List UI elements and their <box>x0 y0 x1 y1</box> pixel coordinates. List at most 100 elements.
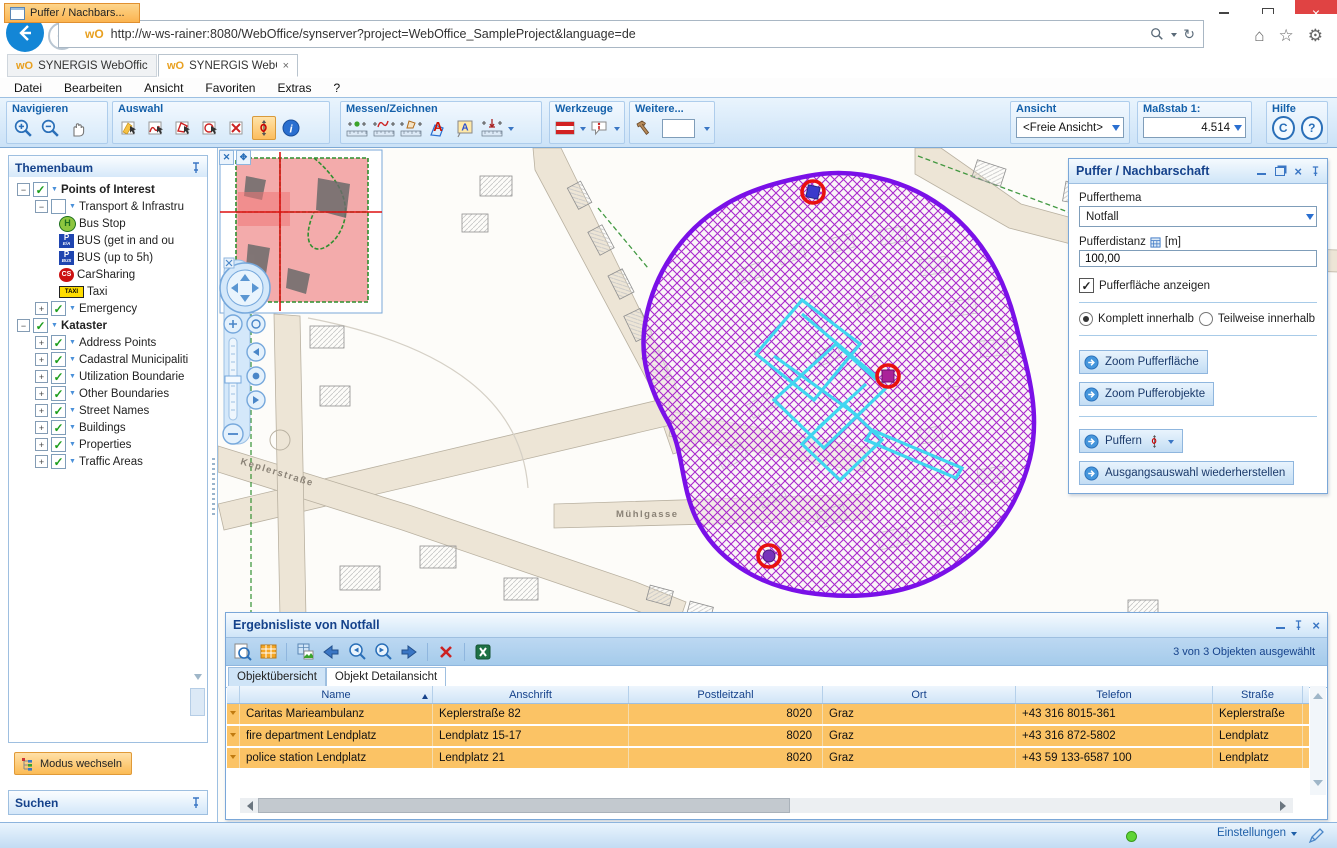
collapse-icon[interactable]: − <box>35 200 48 213</box>
einstellungen-menu[interactable]: Einstellungen <box>1217 827 1297 839</box>
search-dropdown-caret[interactable] <box>1171 33 1177 40</box>
tree-node-traffic-areas[interactable]: +✓▼Traffic Areas <box>11 453 205 470</box>
node-caret-icon[interactable]: ▼ <box>69 458 76 465</box>
row-menu-icon[interactable] <box>227 726 240 746</box>
buffer-area[interactable] <box>643 173 1034 596</box>
excel-export-icon[interactable] <box>473 642 493 662</box>
url-text[interactable]: http://w-ws-rainer:8080/WebOffice/synser… <box>111 27 1143 41</box>
scroll-up-icon[interactable] <box>1313 688 1323 699</box>
massstab-select[interactable]: 4.514 <box>1143 117 1246 138</box>
ansicht-select[interactable]: <Freie Ansicht> <box>1016 117 1124 138</box>
flag-tool-caret[interactable] <box>580 127 586 134</box>
ausgangsauswahl-button[interactable]: Ausgangsauswahl wiederherstellen <box>1079 461 1294 485</box>
modus-wechseln-button[interactable]: Modus wechseln <box>14 752 132 775</box>
favorites-star-icon[interactable]: ☆ <box>1279 26 1294 46</box>
tree-node-other-boundaries[interactable]: +✓▼Other Boundaries <box>11 385 205 402</box>
tree-node-properties[interactable]: +✓▼Properties <box>11 436 205 453</box>
scroll-down-icon[interactable] <box>1313 780 1323 791</box>
label-icon[interactable]: A <box>453 116 477 140</box>
suchen-header[interactable]: Suchen <box>8 790 208 815</box>
expand-icon[interactable]: + <box>35 404 48 417</box>
info-icon[interactable]: i <box>279 116 303 140</box>
table-image-icon[interactable] <box>295 642 315 662</box>
menu-item-3[interactable]: Favoriten <box>205 81 255 95</box>
clear-selection-icon[interactable] <box>225 116 249 140</box>
copyright-button[interactable]: C <box>1272 116 1295 140</box>
expand-icon[interactable]: + <box>35 455 48 468</box>
zoom-in-icon[interactable] <box>11 116 35 140</box>
tree-node-buildings[interactable]: +✓▼Buildings <box>11 419 205 436</box>
pin-icon[interactable] <box>1311 166 1320 177</box>
browser-tab-admin[interactable]: wO SYNERGIS WebOffice Administ... <box>7 54 157 77</box>
flag-tool-icon[interactable] <box>554 116 576 140</box>
weitere-dropdown[interactable] <box>662 119 695 138</box>
node-caret-icon[interactable]: ▼ <box>69 203 76 210</box>
zoom-prev-icon[interactable] <box>347 642 367 662</box>
edit-pen-icon[interactable] <box>1308 827 1325 847</box>
table-icon[interactable] <box>258 642 278 662</box>
column-header-telefon[interactable]: Telefon <box>1016 686 1213 703</box>
expand-icon[interactable]: + <box>35 438 48 451</box>
pin-icon[interactable] <box>1294 620 1303 631</box>
tree-node-street-names[interactable]: +✓▼Street Names <box>11 402 205 419</box>
layer-checkbox[interactable]: ✓ <box>51 454 66 469</box>
column-header-name[interactable]: Name <box>240 686 433 703</box>
help-button[interactable]: ? <box>1301 116 1324 140</box>
collapse-icon[interactable]: − <box>17 183 30 196</box>
puffern-caret[interactable] <box>1168 440 1174 447</box>
layer-checkbox[interactable]: ✓ <box>51 301 66 316</box>
select-circle-icon[interactable] <box>198 116 222 140</box>
row-menu-icon[interactable] <box>227 748 240 768</box>
prev-object-icon[interactable] <box>321 642 341 662</box>
node-caret-icon[interactable]: ▼ <box>69 424 76 431</box>
select-rectangle-icon[interactable] <box>117 116 141 140</box>
expand-icon[interactable]: + <box>35 370 48 383</box>
tab-objektuebersicht[interactable]: Objektübersicht <box>228 667 326 687</box>
scroll-right-icon[interactable] <box>1280 801 1291 811</box>
menu-item-2[interactable]: Ansicht <box>144 81 183 95</box>
tab-objekt-detailansicht[interactable]: Objekt Detailansicht <box>326 667 446 687</box>
taskbar-buffer-button[interactable]: Puffer / Nachbars... <box>4 3 140 23</box>
search-icon[interactable] <box>1150 27 1164 41</box>
puffern-button[interactable]: Puffern <box>1079 429 1183 453</box>
pufferdistanz-input[interactable] <box>1079 250 1317 267</box>
layer-checkbox[interactable]: ✓ <box>33 318 48 333</box>
restore-icon[interactable] <box>1275 167 1285 176</box>
buffer-panel-titlebar[interactable]: Puffer / Nachbarschaft × <box>1069 159 1327 184</box>
refresh-icon[interactable]: ↻ <box>1183 26 1195 43</box>
layer-checkbox[interactable]: ✓ <box>51 403 66 418</box>
browser-tab-weboffice[interactable]: wO SYNERGIS WebOffice WebO... × <box>158 54 298 77</box>
zoom-next-icon[interactable] <box>373 642 393 662</box>
zoom-pufferflaeche-button[interactable]: Zoom Pufferfläche <box>1079 350 1208 374</box>
tree-node-kataster[interactable]: −✓▼Kataster <box>11 317 205 334</box>
pufferthema-select[interactable]: Notfall <box>1079 206 1317 227</box>
tree-node-emergency[interactable]: +✓▼Emergency <box>11 300 205 317</box>
komplett-radio[interactable] <box>1079 312 1093 326</box>
table-row[interactable]: fire department LendplatzLendplatz 15-17… <box>227 726 1309 748</box>
maptip-caret[interactable] <box>614 127 620 134</box>
column-header-ort[interactable]: Ort <box>823 686 1016 703</box>
measure-point-icon[interactable] <box>345 116 369 140</box>
layer-checkbox[interactable]: ✓ <box>51 437 66 452</box>
draw-text-icon[interactable]: A <box>426 116 450 140</box>
pan-hand-icon[interactable] <box>65 116 89 140</box>
hammer-tools-icon[interactable] <box>634 116 654 140</box>
next-object-icon[interactable] <box>399 642 419 662</box>
tree-node-bus-up-to-5h-[interactable]: PBUSBUS (up to 5h) <box>11 249 205 266</box>
layer-checkbox[interactable] <box>51 199 66 214</box>
overview-close-icon[interactable]: ✕ <box>219 150 234 165</box>
tree-node-address-points[interactable]: +✓▼Address Points <box>11 334 205 351</box>
expand-icon[interactable]: + <box>35 353 48 366</box>
measure-line-icon[interactable] <box>372 116 396 140</box>
column-header-postleitzahl[interactable]: Postleitzahl <box>629 686 823 703</box>
menu-item-0[interactable]: Datei <box>14 81 42 95</box>
results-titlebar[interactable]: Ergebnisliste von Notfall × <box>226 613 1327 638</box>
minimize-icon[interactable] <box>1257 173 1266 175</box>
tree-node-bus-get-in-and-ou[interactable]: PE/ABUS (get in and ou <box>11 232 205 249</box>
table-row[interactable]: police station LendplatzLendplatz 218020… <box>227 748 1309 770</box>
sidebar-splitter[interactable] <box>212 458 215 518</box>
node-caret-icon[interactable]: ▼ <box>69 373 76 380</box>
menu-item-5[interactable]: ? <box>333 81 340 95</box>
tab-close-icon[interactable]: × <box>283 60 289 72</box>
layer-checkbox[interactable]: ✓ <box>51 352 66 367</box>
